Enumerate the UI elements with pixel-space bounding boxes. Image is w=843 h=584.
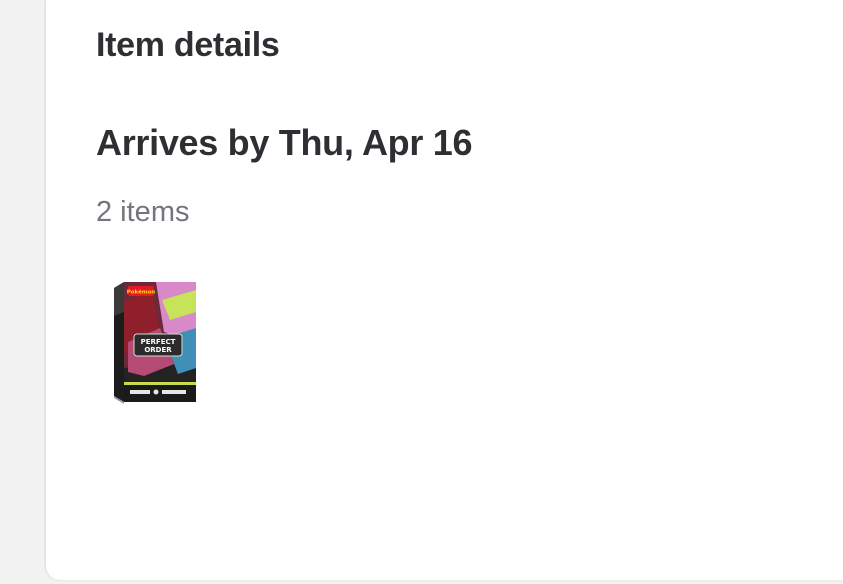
product-thumbnail[interactable]: Pokémon PERFECT ORDER — [104, 272, 204, 408]
product-logo-text: Pokémon — [127, 289, 156, 296]
product-name-line1: PERFECT — [141, 338, 176, 346]
product-box-image: Pokémon PERFECT ORDER — [114, 282, 196, 404]
item-count: 2 items — [96, 196, 190, 228]
arrival-date: Arrives by Thu, Apr 16 — [96, 122, 473, 163]
item-details-title: Item details — [96, 26, 280, 64]
product-name-line2: ORDER — [144, 346, 172, 354]
